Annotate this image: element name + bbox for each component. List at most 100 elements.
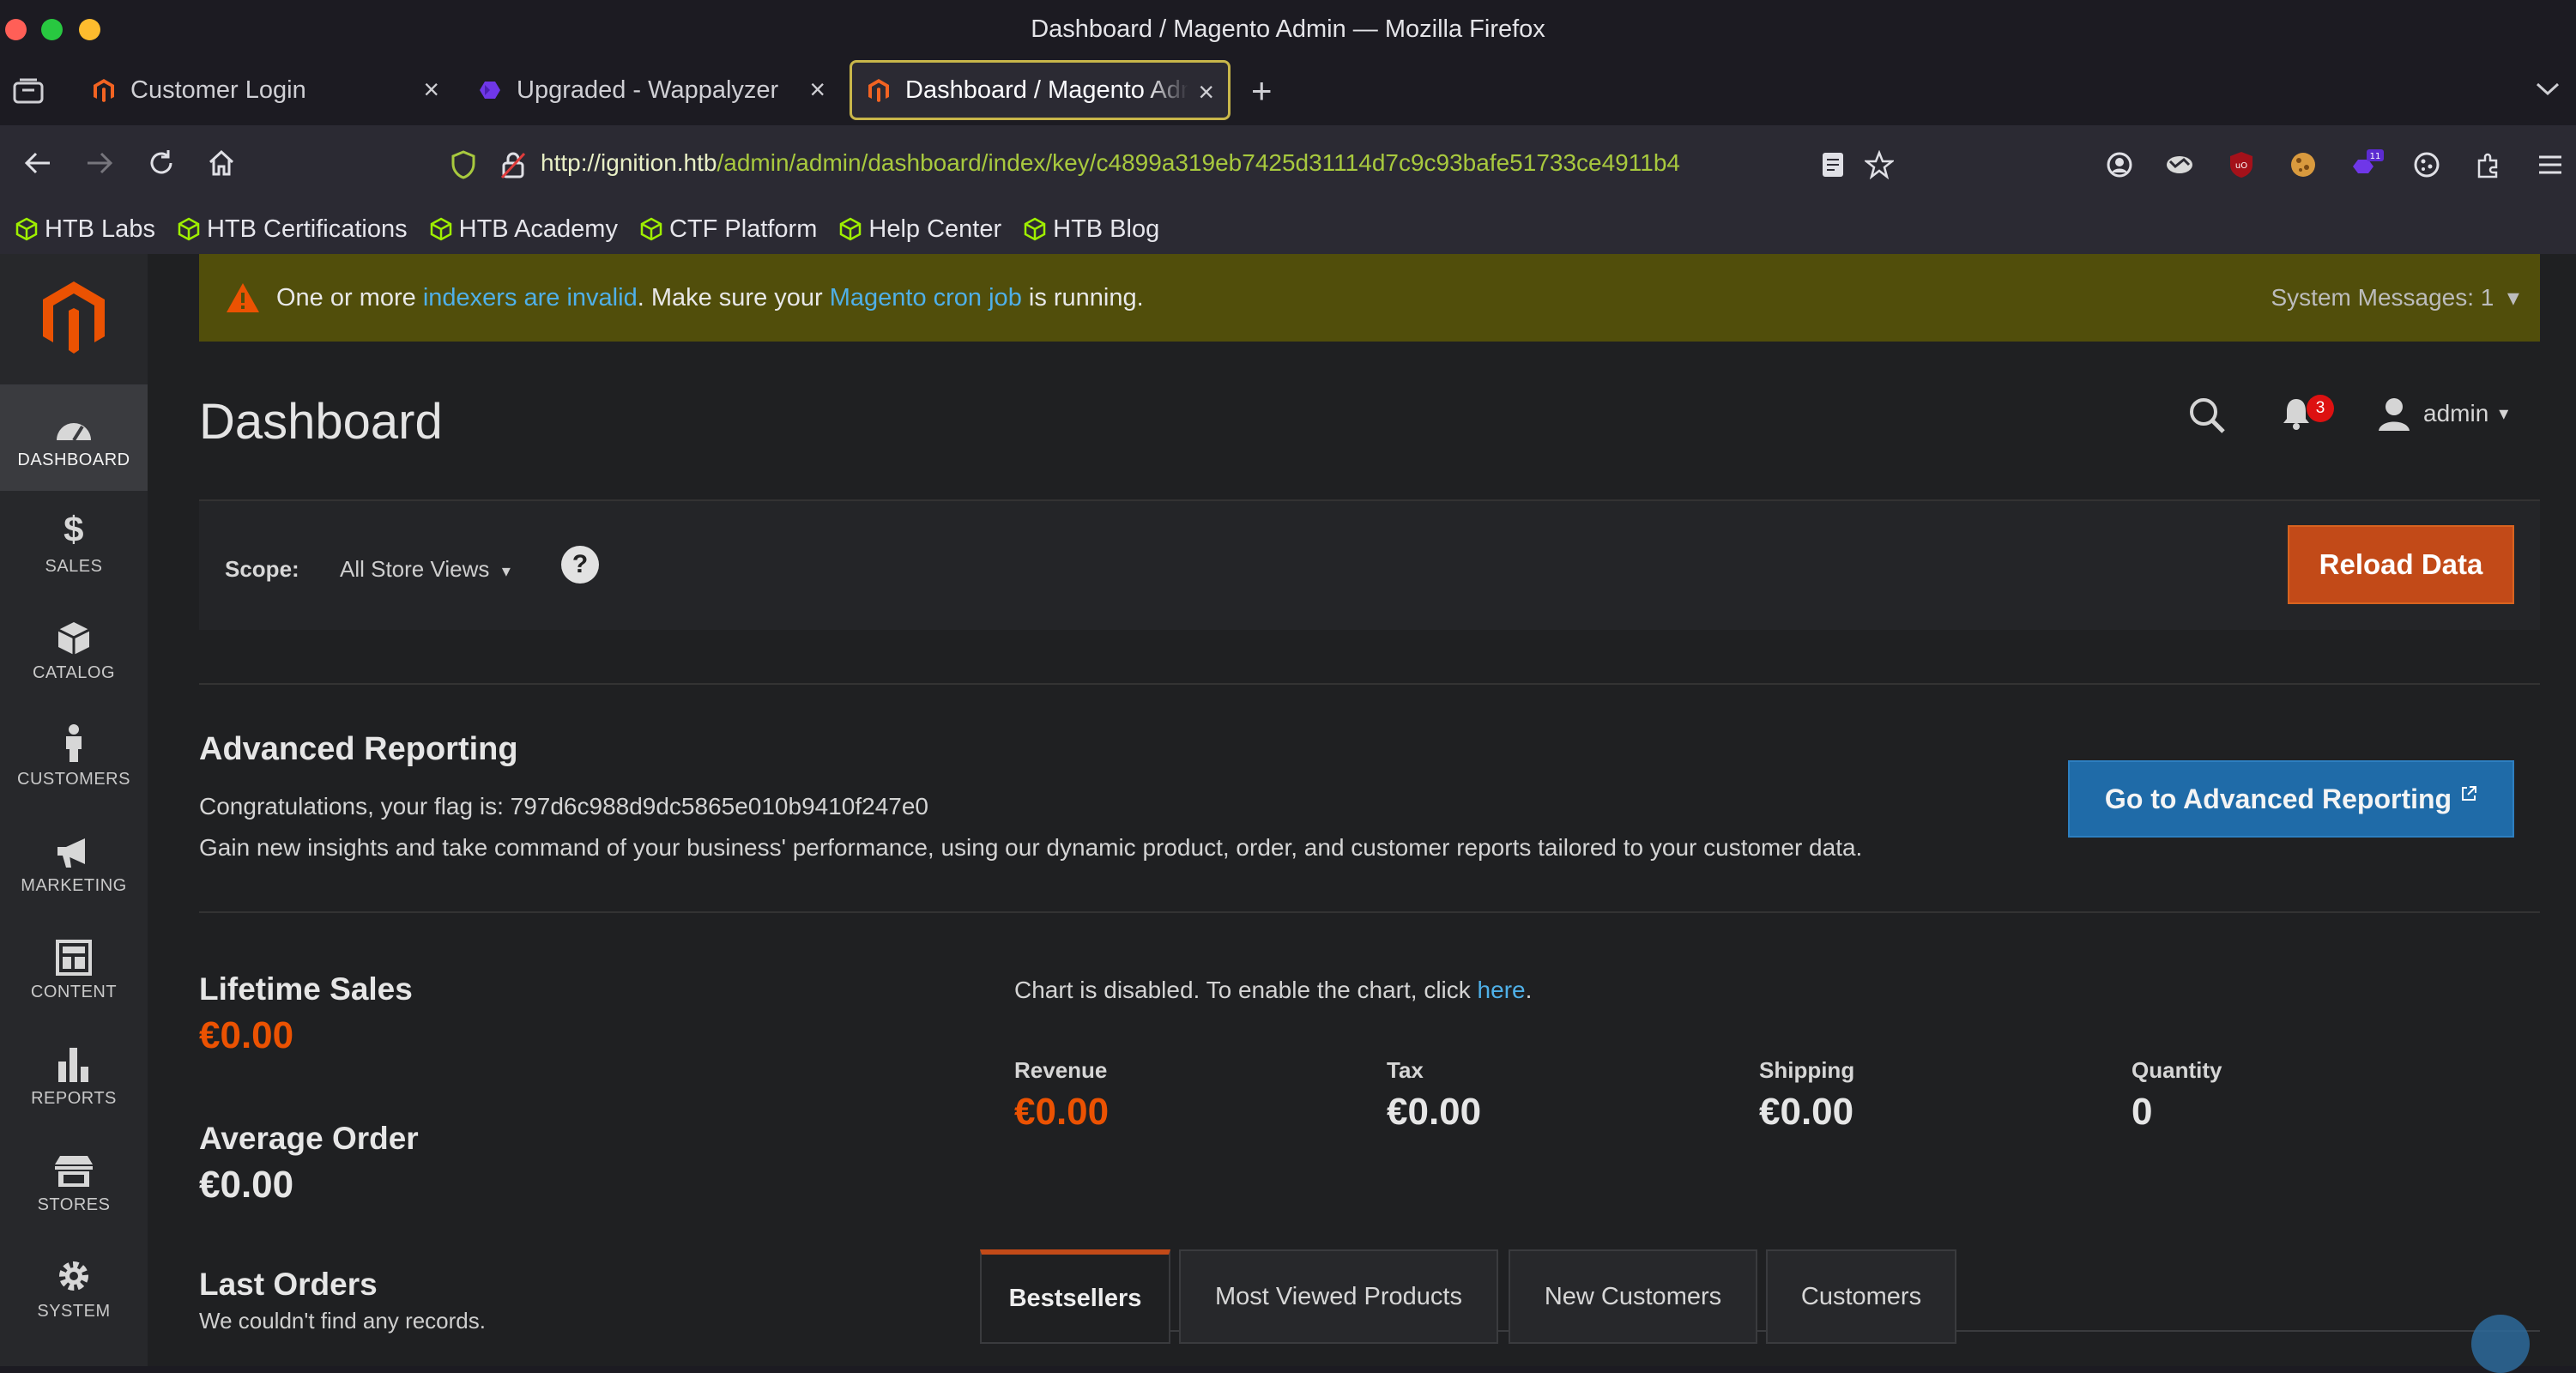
htb-cube-icon xyxy=(178,217,200,241)
tab-new-customers[interactable]: New Customers xyxy=(1509,1249,1757,1344)
tab-close-icon[interactable]: × xyxy=(423,76,439,103)
sidebar-item-stores[interactable]: STORES xyxy=(0,1129,148,1236)
system-messages-dropdown[interactable]: System Messages: 1 ▾ xyxy=(2271,283,2520,311)
scope-label: Scope: xyxy=(225,556,299,582)
tab-close-icon[interactable]: × xyxy=(809,76,825,103)
tab-customer-login[interactable]: Customer Login × xyxy=(76,60,453,120)
cookie-extension-icon[interactable] xyxy=(2286,148,2320,182)
tab-wappalyzer[interactable]: Upgraded - Wappalyzer × xyxy=(462,60,839,120)
tracking-shield-icon[interactable] xyxy=(444,146,482,184)
sidebar-item-content[interactable]: CONTENT xyxy=(0,916,148,1023)
htb-cube-icon xyxy=(15,217,38,241)
sidebar-item-customers[interactable]: CUSTOMERS xyxy=(0,704,148,810)
htb-cube-icon xyxy=(430,217,451,241)
tab-bar: Customer Login × Upgraded - Wappalyzer ×… xyxy=(0,60,2576,125)
storefront-icon xyxy=(53,1151,94,1189)
ublock-extension-icon[interactable]: uO xyxy=(2224,148,2259,182)
gear-icon xyxy=(55,1257,93,1295)
tab-overview-icon[interactable] xyxy=(12,77,48,106)
window-titlebar: Dashboard / Magento Admin — Mozilla Fire… xyxy=(0,0,2576,60)
tab-customers[interactable]: Customers xyxy=(1766,1249,1956,1344)
new-tab-button[interactable]: + xyxy=(1251,70,1273,112)
megaphone-icon xyxy=(54,832,94,869)
notifications-count-badge: 3 xyxy=(2307,395,2334,422)
system-message-text: One or more indexers are invalid. Make s… xyxy=(276,283,1144,311)
scope-toolbar: Scope: All Store Views ▾ ? Reload Data xyxy=(199,499,2540,630)
sidebar-item-catalog[interactable]: CATALOG xyxy=(0,597,148,704)
htb-cube-icon xyxy=(640,217,662,241)
sidebar-item-system[interactable]: SYSTEM xyxy=(0,1236,148,1342)
cookie-editor-icon[interactable] xyxy=(2410,148,2444,182)
htb-cube-icon xyxy=(1024,217,1046,241)
magento-logo-icon[interactable] xyxy=(38,278,110,355)
indexers-invalid-link[interactable]: indexers are invalid xyxy=(423,284,638,311)
bookmark-ctf-platform[interactable]: CTF Platform xyxy=(640,215,817,244)
tab-most-viewed-products[interactable]: Most Viewed Products xyxy=(1179,1249,1498,1344)
bookmark-help-center[interactable]: Help Center xyxy=(839,215,1001,244)
chevron-down-icon: ▾ xyxy=(2499,402,2509,424)
lifetime-sales-label: Lifetime Sales xyxy=(199,971,413,1007)
user-avatar-icon xyxy=(2379,398,2410,431)
tab-close-icon[interactable]: × xyxy=(1198,78,1214,106)
list-all-tabs-icon[interactable] xyxy=(2535,76,2561,105)
wappalyzer-extension-icon[interactable]: 11 xyxy=(2349,148,2384,182)
average-order-label: Average Order xyxy=(199,1121,419,1156)
menu-hamburger-icon[interactable] xyxy=(2533,148,2567,182)
url-bar[interactable]: http://ignition.htb/admin/admin/dashboar… xyxy=(541,149,1802,177)
extensions-puzzle-icon[interactable] xyxy=(2471,148,2506,182)
warning-icon xyxy=(227,283,259,312)
bookmark-htb-blog[interactable]: HTB Blog xyxy=(1024,215,1159,244)
help-question-icon[interactable]: ? xyxy=(561,546,599,584)
last-orders-empty-text: We couldn't find any records. xyxy=(199,1308,486,1334)
floating-helper-button[interactable] xyxy=(2471,1315,2530,1373)
navigation-toolbar: http://ignition.htb/admin/admin/dashboar… xyxy=(0,125,2576,204)
insecure-lock-icon[interactable] xyxy=(494,146,532,184)
divider xyxy=(199,683,2540,685)
foxyproxy-extension-icon[interactable] xyxy=(2162,148,2197,182)
forward-arrow-icon[interactable] xyxy=(81,144,118,182)
sidebar-item-sales[interactable]: $ SALES xyxy=(0,491,148,597)
admin-user-menu[interactable]: admin ▾ xyxy=(2377,396,2508,431)
page-title: Dashboard xyxy=(199,394,443,450)
sidebar-item-reports[interactable]: REPORTS xyxy=(0,1023,148,1129)
account-icon[interactable] xyxy=(2102,148,2137,182)
person-icon xyxy=(62,723,86,763)
magento-favicon-icon xyxy=(866,77,892,103)
sidebar-item-dashboard[interactable]: DASHBOARD xyxy=(0,384,148,491)
bookmark-htb-labs[interactable]: HTB Labs xyxy=(15,215,155,244)
total-shipping: Shipping €0.00 xyxy=(1759,1057,1855,1133)
advanced-reporting-title: Advanced Reporting xyxy=(199,731,518,767)
total-tax: Tax €0.00 xyxy=(1387,1057,1482,1133)
cron-job-link[interactable]: Magento cron job xyxy=(830,284,1022,311)
sidebar-item-marketing[interactable]: MARKETING xyxy=(0,810,148,916)
window-title: Dashboard / Magento Admin — Mozilla Fire… xyxy=(1031,15,1545,43)
wappalyzer-favicon-icon xyxy=(477,77,503,103)
chart-disabled-notice: Chart is disabled. To enable the chart, … xyxy=(1014,977,1533,1003)
bookmark-star-icon[interactable] xyxy=(1862,148,1896,182)
magento-admin-page: DASHBOARD $ SALES CATALOG CUSTOMERS MARK… xyxy=(0,254,2576,1373)
go-to-advanced-reporting-button[interactable]: Go to Advanced Reporting xyxy=(2068,760,2514,838)
chevron-down-icon: ▾ xyxy=(501,562,511,581)
admin-sidebar: DASHBOARD $ SALES CATALOG CUSTOMERS MARK… xyxy=(0,254,148,1366)
global-search-icon[interactable] xyxy=(2188,396,2226,439)
home-icon[interactable] xyxy=(203,144,240,182)
reload-data-button[interactable]: Reload Data xyxy=(2288,525,2514,604)
system-message-bar: One or more indexers are invalid. Make s… xyxy=(199,254,2540,342)
store-view-switcher[interactable]: All Store Views ▾ xyxy=(340,556,511,583)
total-quantity: Quantity 0 xyxy=(2132,1057,2222,1133)
bookmark-htb-academy[interactable]: HTB Academy xyxy=(430,215,618,244)
reader-view-icon[interactable] xyxy=(1816,148,1850,182)
enable-chart-link[interactable]: here xyxy=(1478,977,1526,1003)
total-revenue: Revenue €0.00 xyxy=(1014,1057,1110,1133)
external-link-icon xyxy=(2462,786,2477,801)
tab-bestsellers[interactable]: Bestsellers xyxy=(980,1249,1170,1344)
bookmark-htb-certifications[interactable]: HTB Certifications xyxy=(178,215,408,244)
reload-icon[interactable] xyxy=(142,144,180,182)
lifetime-sales-value: €0.00 xyxy=(199,1014,294,1056)
svg-text:11: 11 xyxy=(2370,152,2381,161)
bar-chart-icon xyxy=(57,1044,91,1082)
tab-dashboard-magento[interactable]: Dashboard / Magento Admin × xyxy=(850,60,1231,120)
last-orders-label: Last Orders xyxy=(199,1267,378,1302)
average-order-value: €0.00 xyxy=(199,1164,294,1206)
back-arrow-icon[interactable] xyxy=(19,144,57,182)
